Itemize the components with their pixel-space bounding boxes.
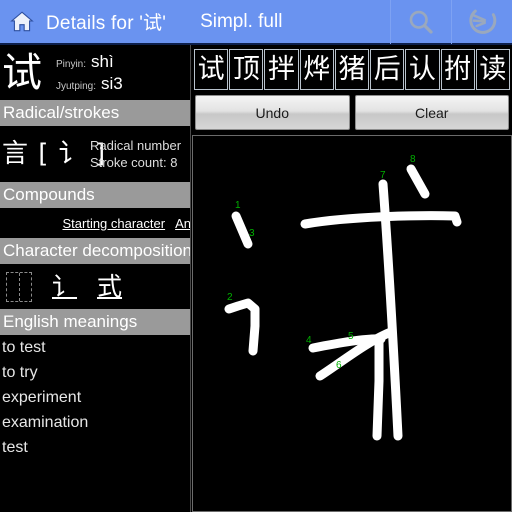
candidate-character[interactable]: 认 xyxy=(405,48,440,90)
action-bar: Details for '试' Simpl. full xyxy=(0,0,512,45)
panel-divider xyxy=(190,45,191,512)
section-header-decomposition: Character decomposition xyxy=(0,238,191,264)
stroke-order-number: 6 xyxy=(336,360,342,371)
character-summary: 试 Pinyin: shì Jyutping: si3 xyxy=(0,45,191,100)
details-panel[interactable]: 试 Pinyin: shì Jyutping: si3 Radical/stro… xyxy=(0,45,191,512)
readings-list: Pinyin: shì Jyutping: si3 xyxy=(56,52,123,94)
meaning-item: to try xyxy=(2,364,38,381)
ink-stroke xyxy=(224,298,260,356)
stroke-order-number: 3 xyxy=(249,228,255,239)
decomposition-placeholder-box xyxy=(6,271,32,302)
handwriting-canvas[interactable]: 1 2 3 4 5 6 7 8 xyxy=(192,135,512,512)
home-icon[interactable] xyxy=(0,0,44,44)
brush-draw-icon[interactable] xyxy=(451,0,512,44)
jyutping-label: Jyutping: xyxy=(56,80,97,92)
undo-button[interactable]: Undo xyxy=(195,95,350,130)
stroke-order-number: 5 xyxy=(348,331,354,342)
candidate-character[interactable]: 读 xyxy=(475,48,510,90)
stroke-order-number: 4 xyxy=(306,335,312,346)
candidate-character[interactable]: 顶 xyxy=(229,48,264,90)
ink-stroke xyxy=(372,336,384,441)
candidate-character[interactable]: 拊 xyxy=(440,48,475,90)
section-header-english-meanings: English meanings xyxy=(0,309,191,335)
pinyin-value: shì xyxy=(91,51,114,71)
candidate-character[interactable]: 猪 xyxy=(334,48,370,90)
meaning-item: to test xyxy=(2,339,46,356)
meaning-item: examination xyxy=(2,414,89,431)
compound-links: Starting character An xyxy=(0,208,191,238)
section-header-compounds: Compounds xyxy=(0,182,191,208)
stroke-order-number: 7 xyxy=(380,170,386,181)
clear-button[interactable]: Clear xyxy=(354,95,509,130)
pinyin-label: Pinyin: xyxy=(56,58,87,70)
jyutping-value: si3 xyxy=(101,73,123,93)
reading-row: Jyutping: si3 xyxy=(56,74,123,94)
candidate-character[interactable]: 后 xyxy=(370,48,405,90)
section-header-radical-strokes: Radical/strokes xyxy=(0,100,191,126)
stroke-count-label: Stroke count: 8 xyxy=(90,155,178,170)
meaning-item: test xyxy=(2,439,28,456)
headword-character: 试 xyxy=(2,49,42,96)
radical-number-label: Radical number xyxy=(90,138,182,153)
search-icon[interactable] xyxy=(390,0,451,44)
ink-stroke xyxy=(378,179,403,441)
ink-stroke xyxy=(231,211,253,249)
candidate-character[interactable]: 拌 xyxy=(264,48,299,90)
ink-stroke xyxy=(406,164,430,199)
link-anywhere[interactable]: An xyxy=(175,216,191,231)
decomposition-part[interactable]: 式 xyxy=(97,272,122,302)
decomposition-row: 讠 式 xyxy=(0,264,191,309)
link-starting-character[interactable]: Starting character xyxy=(62,216,165,231)
meaning-item: experiment xyxy=(2,389,82,406)
reading-row: Pinyin: shì xyxy=(56,52,123,72)
radical-glyph: 言 [ 讠 ] xyxy=(2,139,107,169)
stroke-order-number: 1 xyxy=(235,200,241,211)
candidate-list: 试 顶 拌 烨 猪 后 认 拊 读 xyxy=(192,45,512,93)
charset-mode-label: Simpl. full xyxy=(200,10,283,32)
meanings-list: to test to try experiment examination te… xyxy=(0,335,191,460)
decomposition-part[interactable]: 讠 xyxy=(52,272,77,302)
stroke-order-number: 2 xyxy=(227,292,233,303)
radical-text-info: Radical number Stroke count: 8 xyxy=(90,137,181,171)
handwriting-pane: 试 顶 拌 烨 猪 后 认 拊 读 Undo Clear 1 2 3 4 5 6 7 8 xyxy=(192,45,512,512)
radical-info: 言 [ 讠 ] Radical number Stroke count: 8 xyxy=(0,126,191,182)
canvas-controls: Undo Clear xyxy=(192,95,512,130)
stroke-order-number: 8 xyxy=(410,154,416,165)
candidate-character[interactable]: 烨 xyxy=(299,48,334,90)
candidate-character[interactable]: 试 xyxy=(194,48,229,90)
app-root: Details for '试' Simpl. full 试 Pinyin: sh… xyxy=(0,0,512,512)
page-title: Details for '试' xyxy=(46,13,167,34)
